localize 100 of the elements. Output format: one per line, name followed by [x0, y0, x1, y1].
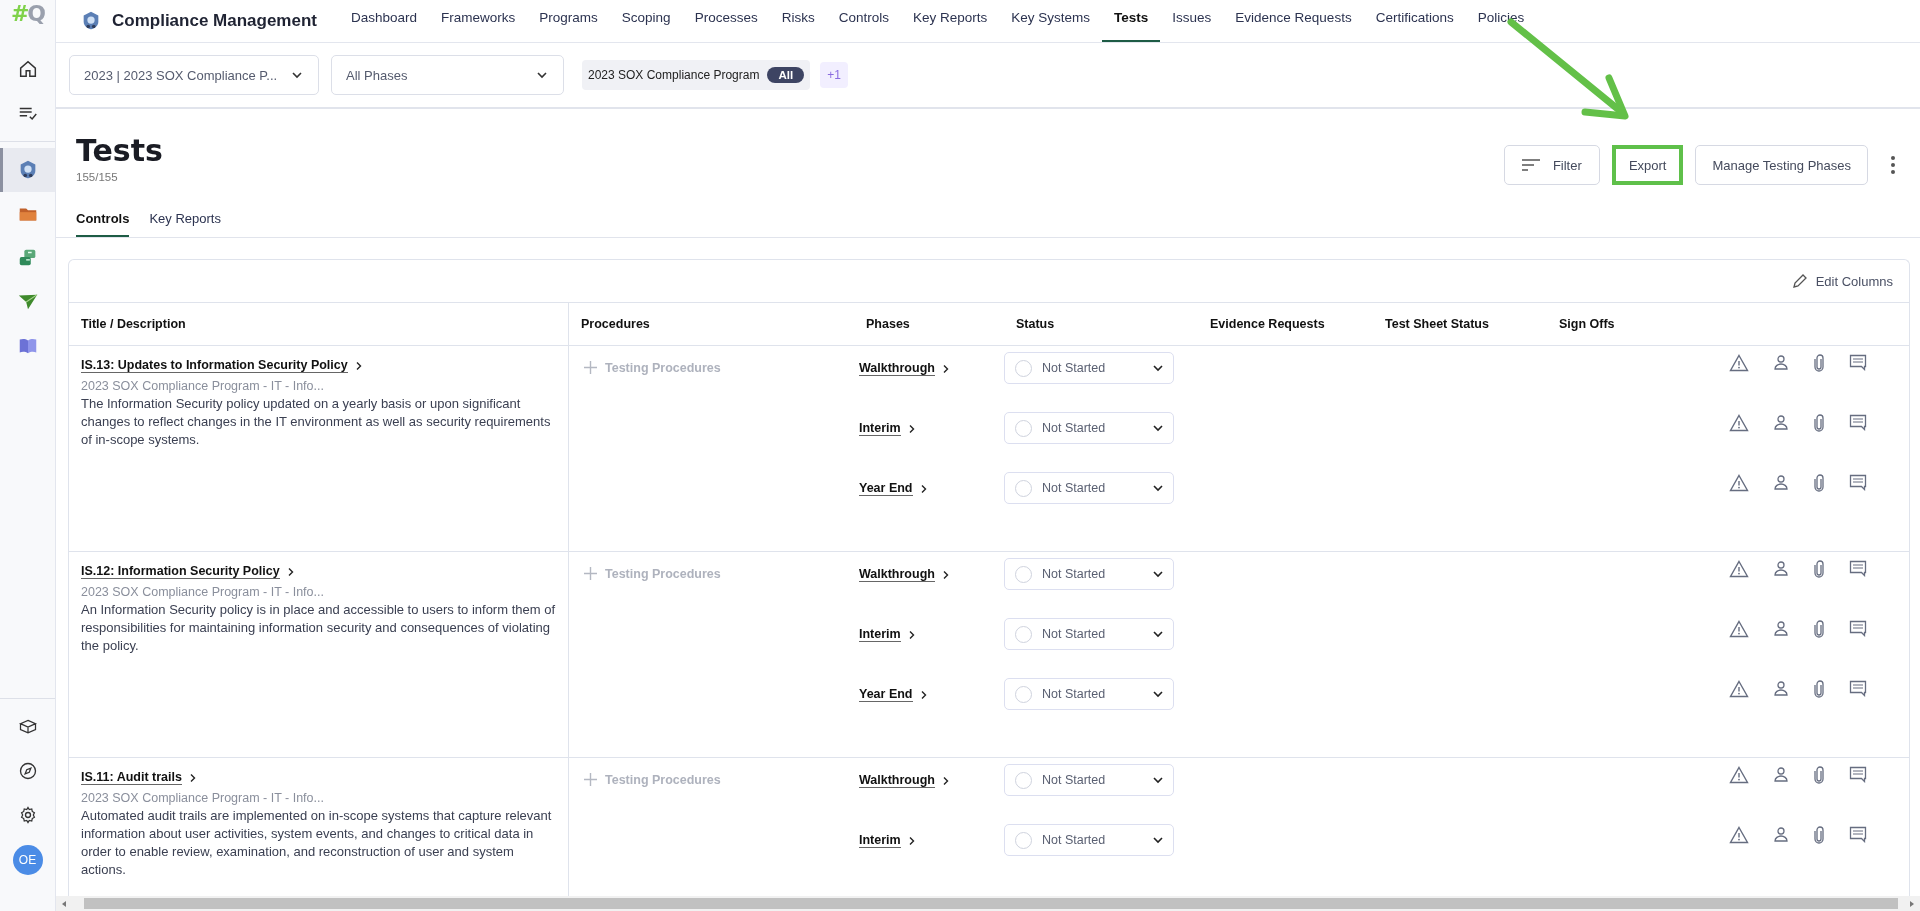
nav-tab[interactable]: Controls	[826, 0, 901, 42]
paperclip-icon[interactable]	[1813, 560, 1825, 578]
column-header: Status	[1004, 303, 1198, 346]
warning-icon[interactable]	[1729, 474, 1749, 492]
status-dropdown[interactable]: Not Started	[1004, 764, 1174, 796]
user-icon[interactable]	[1773, 680, 1789, 696]
warning-icon[interactable]	[1729, 560, 1749, 578]
paperclip-icon[interactable]	[1813, 620, 1825, 638]
filter-chip[interactable]: 2023 SOX Compliance Program All	[582, 60, 811, 90]
more-options-icon[interactable]	[1890, 155, 1896, 175]
status-dropdown[interactable]: Not Started	[1004, 824, 1174, 856]
compass-icon	[17, 761, 38, 781]
nav-tab[interactable]: Key Systems	[999, 0, 1102, 42]
column-header: Test Sheet Status	[1373, 303, 1547, 346]
action-button[interactable]: Manage Testing Phases	[1695, 145, 1868, 185]
user-icon[interactable]	[1773, 766, 1789, 782]
user-icon[interactable]	[1773, 826, 1789, 842]
user-icon[interactable]	[1773, 414, 1789, 430]
view-tab[interactable]: Controls	[76, 205, 130, 237]
filter-button[interactable]: Filter	[1503, 145, 1600, 185]
phase-dropdown[interactable]: All Phases	[331, 55, 564, 95]
nav-tab[interactable]: Programs	[527, 0, 610, 42]
status-dropdown[interactable]: Not Started	[1004, 412, 1174, 444]
control-title-link[interactable]: IS.13: Updates to Information Security Policy	[81, 358, 348, 373]
plus-icon	[584, 361, 597, 374]
control-title-link[interactable]: IS.11: Audit trails	[81, 770, 182, 785]
column-header: Phases	[854, 303, 1004, 346]
comment-icon[interactable]	[1849, 826, 1867, 843]
horizontal-scrollbar[interactable]	[56, 896, 1920, 911]
column-header: Evidence Requests	[1198, 303, 1373, 346]
filter-icon	[1520, 158, 1541, 172]
control-description: The Information Security policy updated on a yearly basis or upon significant changes to reflect changes in the IT environment as well as security requirements of in-scope systems.	[81, 395, 552, 449]
user-icon[interactable]	[1773, 560, 1789, 576]
nav-tab[interactable]: Issues	[1160, 0, 1224, 42]
program-label: 2023 SOX Compliance Program - IT - Info...	[81, 379, 325, 393]
phase-link[interactable]: Interim	[859, 627, 901, 642]
comment-icon[interactable]	[1849, 354, 1867, 371]
scroll-left-icon[interactable]	[60, 899, 68, 908]
comment-icon[interactable]	[1849, 766, 1867, 783]
status-dropdown[interactable]: Not Started	[1004, 352, 1174, 384]
phase-link[interactable]: Interim	[859, 421, 901, 436]
chip-label: 2023 SOX Compliance Program	[588, 68, 760, 82]
paperclip-icon[interactable]	[1813, 766, 1825, 784]
nav-tab[interactable]: Risks	[769, 0, 827, 42]
user-icon[interactable]	[1773, 354, 1789, 370]
phase-link[interactable]: Interim	[859, 833, 901, 848]
warning-icon[interactable]	[1729, 826, 1749, 844]
status-dropdown[interactable]: Not Started	[1004, 678, 1174, 710]
comment-icon[interactable]	[1849, 680, 1867, 697]
paperclip-icon[interactable]	[1813, 414, 1825, 432]
column-header: Sign Offs	[1547, 303, 1909, 346]
scroll-right-icon[interactable]	[1908, 899, 1916, 908]
user-icon[interactable]	[1773, 620, 1789, 636]
status-dropdown[interactable]: Not Started	[1004, 558, 1174, 590]
phase-link[interactable]: Year End	[859, 687, 913, 702]
warning-icon[interactable]	[1729, 766, 1749, 784]
program-dropdown[interactable]: 2023 | 2023 SOX Compliance P...	[69, 55, 319, 95]
program-label: 2023 SOX Compliance Program - IT - Info...	[81, 791, 325, 805]
phase-link[interactable]: Walkthrough	[859, 361, 935, 376]
comment-icon[interactable]	[1849, 560, 1867, 577]
nav-tab[interactable]: Key Reports	[900, 0, 1000, 42]
phase-link[interactable]: Walkthrough	[859, 773, 935, 788]
column-header: Procedures	[569, 303, 854, 346]
app-title: Compliance Management	[112, 11, 317, 31]
phase-link[interactable]: Walkthrough	[859, 567, 935, 582]
nav-tab[interactable]: Scoping	[609, 0, 683, 42]
status-dropdown[interactable]: Not Started	[1004, 618, 1174, 650]
paperclip-icon[interactable]	[1813, 354, 1825, 372]
user-icon[interactable]	[1773, 474, 1789, 490]
result-count: 155/155	[76, 171, 119, 183]
edit-columns-button[interactable]: Edit Columns	[1791, 273, 1893, 289]
plus-icon	[584, 773, 597, 786]
count-badge: All	[767, 67, 805, 83]
control-title-link[interactable]: IS.12: Information Security Policy	[81, 564, 280, 579]
pencil-icon	[1791, 273, 1808, 289]
view-tab[interactable]: Key Reports	[149, 205, 232, 237]
comment-icon[interactable]	[1849, 474, 1867, 491]
nav-tab[interactable]: Tests	[1102, 0, 1161, 42]
warning-icon[interactable]	[1729, 680, 1749, 698]
warning-icon[interactable]	[1729, 354, 1749, 372]
program-label: 2023 SOX Compliance Program - IT - Info...	[81, 585, 325, 599]
nav-tab[interactable]: Dashboard	[339, 0, 430, 42]
phase-link[interactable]: Year End	[859, 481, 913, 496]
column-header: Title / Description	[69, 303, 569, 346]
comment-icon[interactable]	[1849, 620, 1867, 637]
nav-tab[interactable]: Processes	[682, 0, 770, 42]
warning-icon[interactable]	[1729, 414, 1749, 432]
status-dropdown[interactable]: Not Started	[1004, 472, 1174, 504]
paperclip-icon[interactable]	[1813, 826, 1825, 844]
warning-icon[interactable]	[1729, 620, 1749, 638]
nav-tab[interactable]: Certifications	[1363, 0, 1466, 42]
page-title: Tests	[76, 133, 163, 169]
paperclip-icon[interactable]	[1813, 680, 1825, 698]
control-description: Automated audit trails are implemented on in-scope systems that capture relevant information about user activities, system events, and changes to critical data in order to enable review, examination, and reconstruction of user and system actions.	[81, 807, 553, 879]
action-button[interactable]: Export	[1611, 145, 1684, 185]
paperclip-icon[interactable]	[1813, 474, 1825, 492]
nav-tab[interactable]: Frameworks	[429, 0, 528, 42]
nav-tab[interactable]: Evidence Requests	[1223, 0, 1364, 42]
more-chips-button[interactable]: +1	[820, 62, 848, 88]
comment-icon[interactable]	[1849, 414, 1867, 431]
